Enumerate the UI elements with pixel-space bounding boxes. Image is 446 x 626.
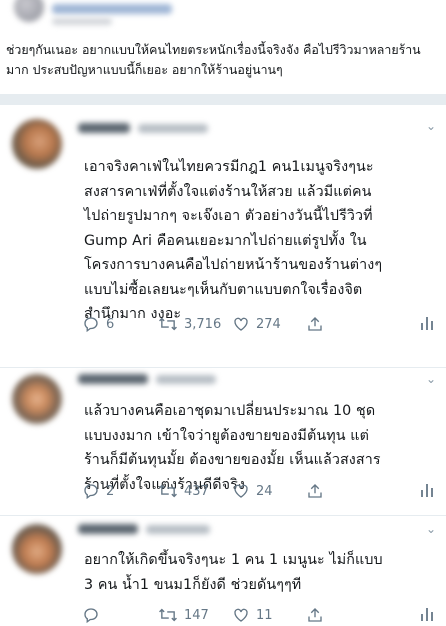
stats-icon[interactable] xyxy=(420,315,434,331)
avatar[interactable] xyxy=(12,119,62,169)
retweet-button[interactable]: 147 xyxy=(158,604,209,626)
avatar[interactable] xyxy=(12,374,62,424)
retweet-count: 147 xyxy=(184,607,209,623)
reply-tweet[interactable]: ⌄ แล้วบางคนคือเอาชุดมาเปลี่ยนประมาณ 10 ช… xyxy=(0,368,446,516)
author-handle xyxy=(52,18,112,25)
text-line: โครงการบางคนคือไปถ่ายหน้าร้านของร้านต่าง… xyxy=(84,257,383,273)
tweet-actions: 147 11 xyxy=(82,604,442,626)
section-divider xyxy=(0,94,446,105)
text-line: แล้วบางคนคือเอาชุดมาเปลี่ยนประมาณ 10 ชุด xyxy=(84,403,376,419)
text-line: แบบไม่ซื้อเลยนะๆเห็นกับตาแบบตกใจเรื่องจิ… xyxy=(84,281,363,298)
reply-button[interactable]: 2 xyxy=(82,480,114,502)
reply-icon xyxy=(84,608,98,624)
reply-button[interactable] xyxy=(82,604,106,626)
stats-icon[interactable] xyxy=(420,606,434,622)
retweet-icon xyxy=(159,317,177,331)
text-line: แบบงงมาก เข้าใจว่ายูต้องขายของมีต้นทุน แ… xyxy=(84,427,369,444)
like-count: 24 xyxy=(256,483,273,499)
author-handle xyxy=(156,375,216,384)
avatar[interactable] xyxy=(12,524,62,574)
reply-tweet[interactable]: ⌄ เอาจริงคาเฟ่ในไทยควรมีกฎ1 คน1เมนูจริงๆ… xyxy=(0,105,446,368)
author-name[interactable] xyxy=(78,524,138,534)
retweet-icon xyxy=(159,484,177,498)
share-button[interactable] xyxy=(306,313,324,335)
reply-count: 6 xyxy=(106,316,115,332)
retweet-count: 437 xyxy=(184,483,209,499)
text-line: สงสารคาเฟ่ที่ตั้งใจแต่งร้านให้สวย แล้วมี… xyxy=(84,183,372,200)
reply-icon xyxy=(84,317,98,333)
reply-tweet[interactable]: ⌄ อยากให้เกิดขึ้นจริงๆนะ 1 คน 1 เมนูนะ ไ… xyxy=(0,516,446,624)
tweet-actions: 6 3,716 274 xyxy=(82,313,442,335)
like-count: 11 xyxy=(256,607,273,623)
text-line: ไปถ่ายรูปมากๆ จะเจ๊งเอา ตัวอย่างวันนี้ไป… xyxy=(84,208,373,224)
like-count: 274 xyxy=(256,316,281,332)
like-button[interactable]: 11 xyxy=(232,604,273,626)
chevron-down-icon[interactable]: ⌄ xyxy=(424,522,438,536)
author-name[interactable] xyxy=(52,4,172,14)
reply-text: อยากให้เกิดขึ้นจริงๆนะ 1 คน 1 เมนูนะ ไม่… xyxy=(84,548,438,597)
retweet-button[interactable]: 3,716 xyxy=(158,313,221,335)
share-icon xyxy=(308,608,322,622)
tweet-actions: 2 437 24 xyxy=(82,480,442,502)
author-name[interactable] xyxy=(78,123,130,133)
text-line: 3 คน น้ำ1 ขนม1ก็ยังดี ช่วยดันๆๆที xyxy=(84,576,302,593)
reply-text: เอาจริงคาเฟ่ในไทยควรมีกฎ1 คน1เมนูจริงๆนะ… xyxy=(84,155,438,327)
original-tweet-text: ช่วยๆกันเนอะ อยากแบบให้คนไทยตระหนักเรื่อ… xyxy=(6,42,421,77)
text-line: เอาจริงคาเฟ่ในไทยควรมีกฎ1 คน1เมนูจริงๆนะ xyxy=(84,159,374,175)
retweet-icon xyxy=(159,608,177,622)
chevron-down-icon[interactable]: ⌄ xyxy=(424,119,438,133)
author-handle xyxy=(146,525,210,534)
share-button[interactable] xyxy=(306,480,324,502)
heart-icon xyxy=(234,317,248,331)
reply-icon xyxy=(84,484,98,500)
retweet-button[interactable]: 437 xyxy=(158,480,209,502)
like-button[interactable]: 274 xyxy=(232,313,281,335)
retweet-count: 3,716 xyxy=(184,316,222,332)
like-button[interactable]: 24 xyxy=(232,480,273,502)
text-line: Gump Ari คือคนเยอะมากไปถ่ายแต่รูปทั้ง ใน xyxy=(84,232,367,249)
original-tweet-header xyxy=(0,0,446,38)
text-line: อยากให้เกิดขึ้นจริงๆนะ 1 คน 1 เมนูนะ ไม่… xyxy=(84,552,383,568)
chevron-down-icon[interactable]: ⌄ xyxy=(424,372,438,386)
text-line: ร้านก็มีต้นทุนมั้ย ต้องขายของมั้ย เห็นแล… xyxy=(84,452,381,468)
share-button[interactable] xyxy=(306,604,324,626)
author-name[interactable] xyxy=(78,374,148,384)
share-icon xyxy=(308,317,322,331)
reply-count: 2 xyxy=(106,483,115,499)
author-handle xyxy=(138,124,208,133)
share-icon xyxy=(308,484,322,498)
heart-icon xyxy=(234,484,248,498)
stats-icon[interactable] xyxy=(420,482,434,498)
avatar[interactable] xyxy=(14,0,44,22)
heart-icon xyxy=(234,608,248,622)
reply-button[interactable]: 6 xyxy=(82,313,114,335)
